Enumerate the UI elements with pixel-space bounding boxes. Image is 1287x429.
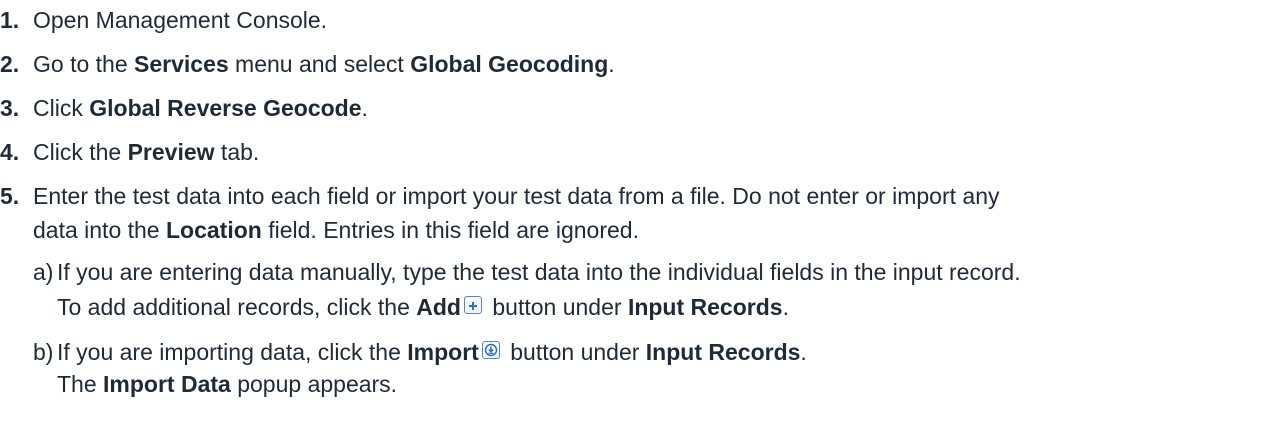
step-text-part: To add additional records, click the [57,294,417,320]
step-text: Click the Preview tab. [33,138,259,166]
step-number: 5. [0,183,20,209]
step-text: Go to the Services menu and select Globa… [33,50,615,78]
step-text-line-1: Enter the test data into each field or i… [33,183,1000,209]
step-number: 3. [0,95,20,121]
step-text-part: Go to the [33,51,135,77]
ui-term-input-records: Input Records [627,294,783,320]
step-text-part: popup appears. [230,371,398,397]
step-text: Open Management Console. [33,6,327,34]
step-number: 1. [0,7,20,33]
step-number: 4. [0,139,20,165]
step-text-part: menu and select [228,51,411,77]
step-text-part: . [782,294,789,320]
step-text-line-2: data into the Location field. Entries in… [33,216,639,244]
step-text-part: field. Entries in this field are ignored… [261,217,639,243]
step-text-part: Click the [33,139,128,165]
substep-letter: a) [33,259,54,285]
substep-text-line-1: If you are entering data manually, type … [57,259,1021,285]
step-text-part: tab. [214,139,260,165]
ui-term-preview: Preview [127,139,215,165]
step-text-part: If you are importing data, click the [57,339,408,365]
ui-term-location: Location [166,217,262,243]
ui-term-input-records: Input Records [645,339,801,365]
substep-text-line-2: To add additional records, click the Add… [57,293,789,321]
ui-term-import-data: Import Data [103,371,231,397]
step-text-part: Open Management Console. [33,7,328,33]
ui-term-import: Import [407,339,479,365]
step-text-part: The [57,371,104,397]
substep-text-line-1: If you are importing data, click the Imp… [57,338,807,366]
substep-letter: b) [33,339,54,365]
step-text-part: . [608,51,615,77]
import-icon [481,341,500,359]
step-text-part: button under [503,339,646,365]
ui-term-global-geocoding: Global Geocoding [410,51,609,77]
step-text-part: . [800,339,807,365]
step-text-part: button under [485,294,628,320]
ui-term-services: Services [134,51,229,77]
plus-icon [463,296,482,314]
step-text-part: data into the [33,217,166,243]
step-text: Click Global Reverse Geocode. [33,94,368,122]
step-text-part: . [361,95,368,121]
step-number: 2. [0,51,20,77]
step-text-part: Click [33,95,90,121]
ui-term-add: Add [416,294,461,320]
substep-text-line-2: The Import Data popup appears. [57,370,397,398]
ui-term-global-reverse-geocode: Global Reverse Geocode [89,95,362,121]
